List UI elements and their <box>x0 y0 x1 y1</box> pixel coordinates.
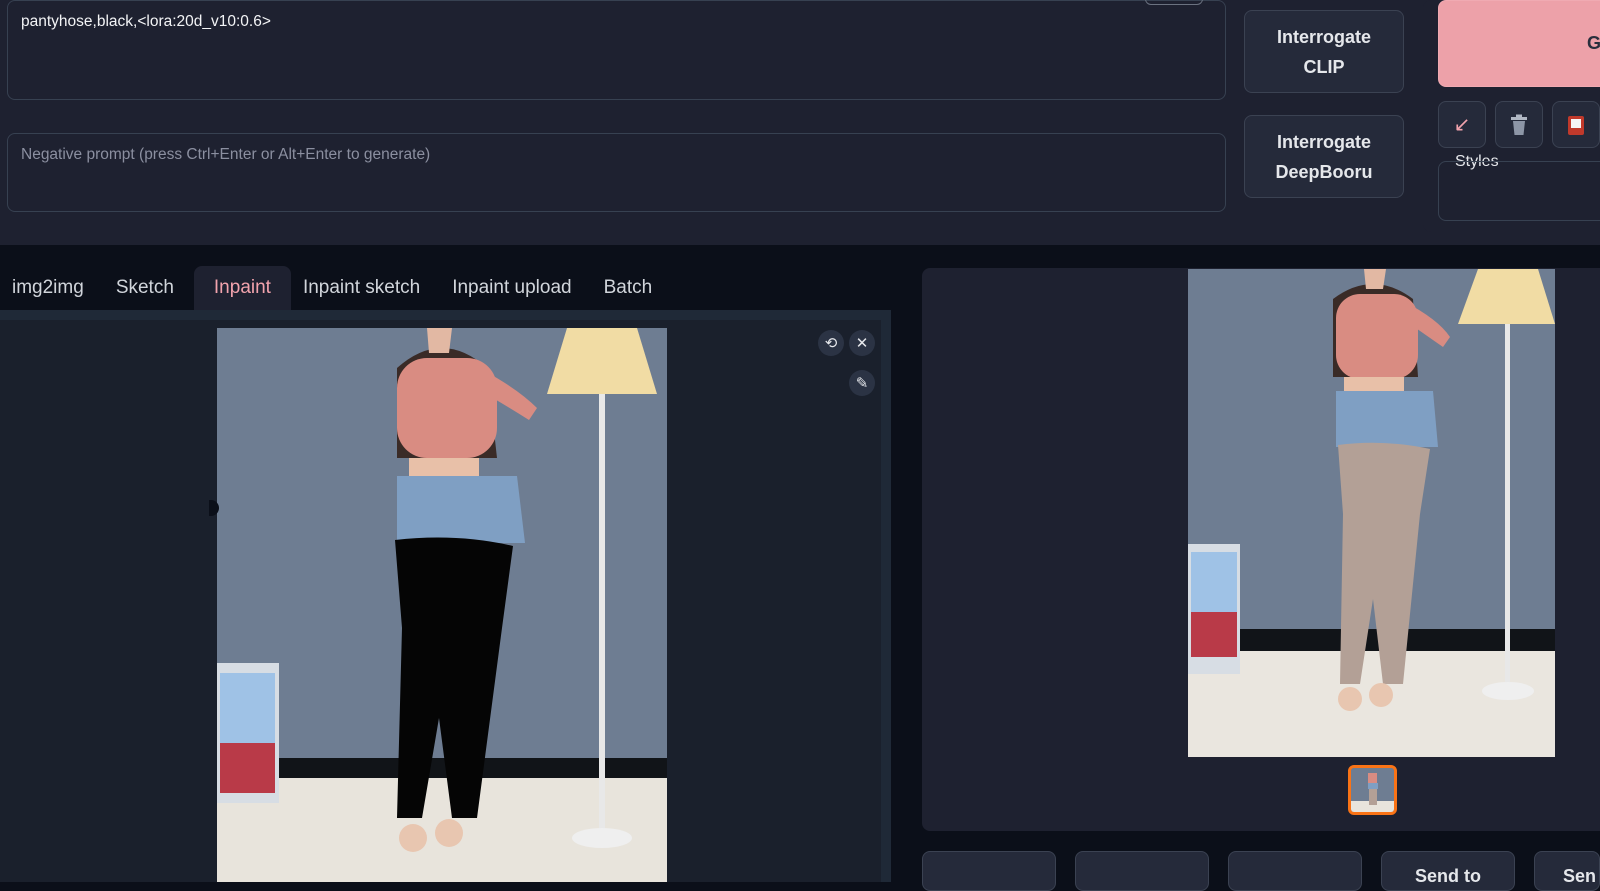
close-icon: ✕ <box>855 335 869 352</box>
output-action-button-1[interactable] <box>922 851 1056 891</box>
gallery-thumbnail[interactable] <box>1348 765 1397 815</box>
tab-img2img[interactable]: img2img <box>0 266 104 310</box>
mode-tabs: img2img Sketch Inpaint Inpaint sketch In… <box>0 266 672 310</box>
generate-button[interactable]: Ge <box>1438 0 1600 87</box>
inpaint-canvas[interactable]: ⟲ ✕ ✎ <box>0 320 881 882</box>
tab-sketch[interactable]: Sketch <box>104 266 194 310</box>
source-photo <box>217 328 667 882</box>
read-params-button[interactable]: ↙ <box>1438 101 1486 148</box>
prompt-textarea[interactable]: pantyhose,black,<lora:20d_v10:0.6> <box>7 0 1226 100</box>
prompt-value: pantyhose,black,<lora:20d_v10:0.6> <box>21 13 271 30</box>
clear-canvas-button[interactable]: ✕ <box>849 330 875 356</box>
send-to-button[interactable]: Send to <box>1381 851 1515 891</box>
output-action-button-3[interactable] <box>1228 851 1362 891</box>
undo-icon: ⟲ <box>824 335 838 352</box>
brush-icon: ✎ <box>855 375 869 392</box>
output-action-button-2[interactable] <box>1075 851 1209 891</box>
generate-label: Ge <box>1587 33 1600 53</box>
send-to-button-2[interactable]: Sen <box>1534 851 1600 891</box>
trash-icon <box>1511 114 1527 135</box>
styles-dropdown[interactable] <box>1438 161 1600 221</box>
tab-batch[interactable]: Batch <box>592 266 673 310</box>
interrogate-clip-button[interactable]: Interrogate CLIP <box>1244 10 1404 93</box>
brush-size-button[interactable]: ✎ <box>849 370 875 396</box>
source-image[interactable] <box>217 328 667 882</box>
thumbnail-photo <box>1351 768 1394 812</box>
tab-inpaint[interactable]: Inpaint <box>193 266 291 310</box>
clear-prompt-button[interactable] <box>1495 101 1543 148</box>
clipboard-icon <box>1568 115 1584 135</box>
tab-inpaint-sketch[interactable]: Inpaint sketch <box>291 266 440 310</box>
negative-prompt-textarea[interactable]: Negative prompt (press Ctrl+Enter or Alt… <box>7 133 1226 212</box>
arrow-icon: ↙ <box>1453 114 1471 136</box>
interrogate-deepbooru-button[interactable]: Interrogate DeepBooru <box>1244 115 1404 198</box>
inpaint-panel: ⟲ ✕ ✎ <box>0 310 891 882</box>
token-counter <box>1145 0 1203 5</box>
tab-inpaint-upload[interactable]: Inpaint upload <box>440 266 591 310</box>
result-photo <box>1188 269 1555 757</box>
negative-prompt-placeholder: Negative prompt (press Ctrl+Enter or Alt… <box>21 146 431 163</box>
output-image[interactable] <box>1188 269 1555 757</box>
undo-button[interactable]: ⟲ <box>818 330 844 356</box>
extra-networks-button[interactable] <box>1552 101 1600 148</box>
